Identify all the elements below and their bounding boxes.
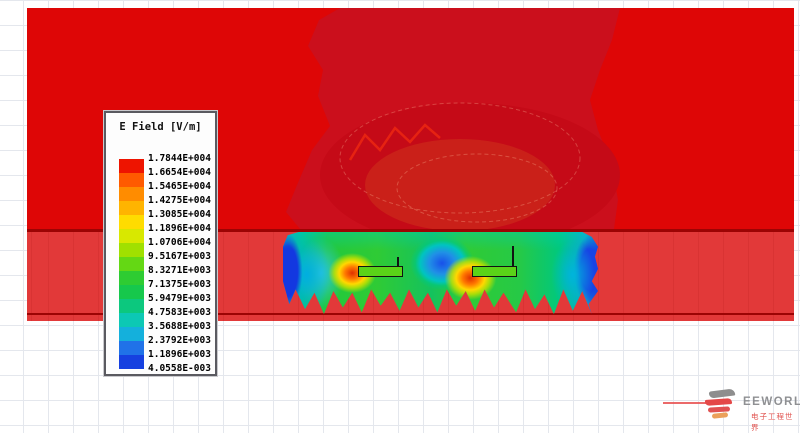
legend-swatch [119,355,144,369]
legend-label: 1.5465E+004 [148,180,210,194]
legend-label: 1.1896E+004 [148,222,210,236]
legend-title: E Field [V/m] [106,121,215,133]
conductor-right-feed-stub [512,246,514,267]
eeworld-logo: EEWORLD 电子工程世界 [663,386,798,424]
logo-underline [663,402,711,404]
legend-swatch [119,299,144,313]
conductor-left-feed-stub [397,257,399,267]
legend-label: 5.9479E+003 [148,292,210,306]
legend-label: 9.5167E+003 [148,250,210,264]
legend-swatch [119,313,144,327]
legend-box[interactable]: E Field [V/m] 1.7844E+0041.6654E+0041.54… [104,111,217,376]
conductor-right [472,266,517,277]
legend-swatch [119,215,144,229]
legend-label: 4.7583E+003 [148,306,210,320]
legend-swatch [119,187,144,201]
legend-label: 1.1896E+003 [148,348,210,362]
legend-label: 7.1375E+003 [148,278,210,292]
legend-swatch [119,229,144,243]
legend-swatch [119,327,144,341]
legend-label: 2.3792E+003 [148,334,210,348]
legend-swatch [119,341,144,355]
logo-e-bar-red1 [705,398,732,406]
legend-label: 1.4275E+004 [148,194,210,208]
legend-label: 8.3271E+003 [148,264,210,278]
legend-swatch [119,285,144,299]
legend-swatch [119,201,144,215]
legend-swatch [119,173,144,187]
legend-label: 1.7844E+004 [148,152,210,166]
conductor-left [358,266,403,277]
plume-core-warm [365,139,555,229]
legend-label: 3.5688E+003 [148,320,210,334]
legend-label: 4.0558E-003 [148,362,210,376]
logo-e-bar-red2 [708,406,730,412]
legend-label: 1.6654E+004 [148,166,210,180]
legend-label: 1.0706E+004 [148,236,210,250]
legend-swatch [119,159,144,173]
legend-labels: 1.7844E+0041.6654E+0041.5465E+0041.4275E… [148,152,210,376]
legend-colorbar [119,159,144,369]
logo-tagline-text: 电子工程世界 [751,411,798,433]
legend-swatch [119,243,144,257]
logo-brand-text: EEWORLD [743,396,800,408]
legend-label: 1.3085E+004 [148,208,210,222]
legend-swatch [119,257,144,271]
logo-e-bar-orange [712,412,728,419]
logo-e-bar-gray [709,388,736,398]
legend-swatch [119,271,144,285]
